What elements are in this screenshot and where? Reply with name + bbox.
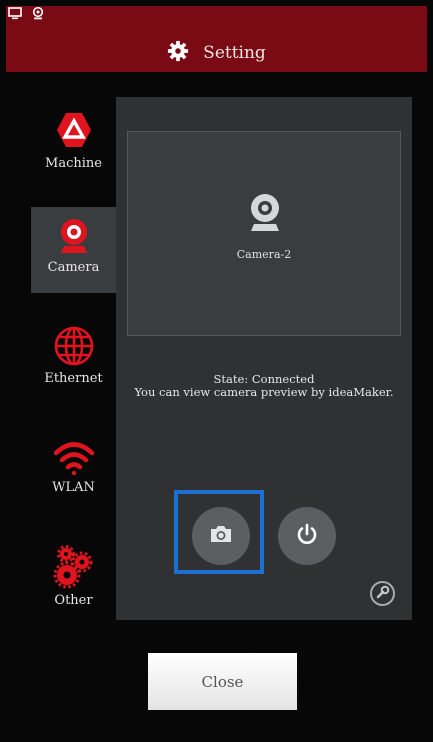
sidebar-item-machine[interactable]: Machine — [31, 97, 116, 207]
wifi-icon — [52, 439, 96, 477]
webcam-status-icon — [32, 7, 44, 20]
close-button[interactable]: Close — [148, 653, 297, 710]
status-bar — [8, 7, 44, 20]
machine-logo-icon — [54, 110, 94, 150]
snapshot-button[interactable] — [192, 507, 250, 565]
globe-icon — [53, 325, 95, 367]
wrench-icon — [376, 584, 390, 603]
gears-icon — [52, 545, 96, 589]
wrench-button[interactable] — [370, 581, 395, 606]
camera-icon — [209, 524, 233, 548]
sidebar-item-label: Machine — [45, 156, 102, 171]
sidebar-item-label: Ethernet — [44, 371, 103, 386]
sidebar-item-camera[interactable]: Camera — [31, 207, 116, 293]
app-header: Setting — [6, 6, 427, 72]
camera-name: Camera-2 — [236, 248, 292, 261]
sidebar-item-label: Camera — [47, 260, 100, 275]
power-button[interactable] — [278, 507, 336, 565]
camera-preview: Camera-2 — [127, 131, 401, 336]
state-hint: You can view camera preview by ideaMaker… — [134, 385, 394, 399]
webcam-icon — [56, 216, 92, 256]
sidebar-item-label: WLAN — [52, 480, 95, 495]
page-title: Setting — [203, 43, 266, 63]
sidebar-item-label: Other — [54, 593, 93, 608]
sidebar-item-other[interactable]: Other — [31, 533, 116, 643]
monitor-icon — [8, 7, 22, 20]
sidebar-item-wlan[interactable]: WLAN — [31, 423, 116, 533]
camera-panel: Camera-2 State: Connected You can view c… — [116, 97, 412, 620]
power-icon — [295, 522, 319, 550]
sidebar-item-ethernet[interactable]: Ethernet — [31, 313, 116, 423]
camera-state: State: Connected You can view camera pre… — [116, 373, 412, 399]
webcam-icon — [245, 190, 285, 240]
gear-icon — [167, 40, 189, 66]
